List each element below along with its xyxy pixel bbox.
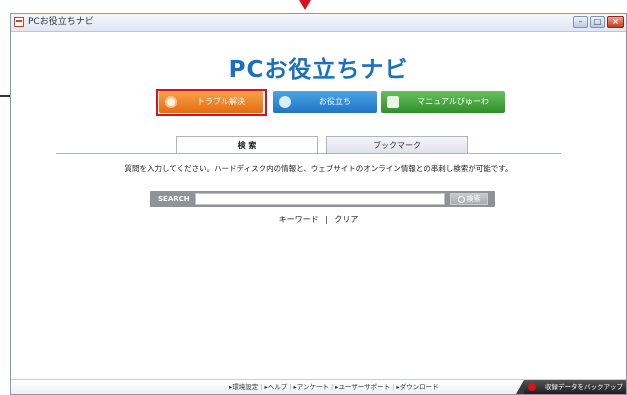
search-icon xyxy=(457,195,465,203)
keyword-link[interactable]: キーワード xyxy=(277,215,321,224)
backup-data-button[interactable]: 収録データをバックアップ xyxy=(516,380,626,394)
footer-link-survey[interactable]: ▸アンケート xyxy=(293,383,329,391)
link-separator: | xyxy=(325,215,328,224)
search-button-label: 検索 xyxy=(466,195,481,203)
tab-search[interactable]: 検 索 xyxy=(176,136,318,154)
footer-link-settings[interactable]: ▸環境設定 xyxy=(229,383,258,391)
footer-link-help-label: ヘルプ xyxy=(267,383,288,391)
close-button[interactable]: × xyxy=(607,16,624,28)
useful-gear-icon xyxy=(279,96,291,108)
minimize-icon: – xyxy=(578,17,583,26)
minimize-button[interactable]: – xyxy=(573,16,588,28)
tab-divider xyxy=(56,153,561,154)
clear-link[interactable]: クリア xyxy=(332,215,360,224)
footer-link-survey-label: アンケート xyxy=(296,383,329,391)
backup-icon xyxy=(528,383,536,391)
close-icon: × xyxy=(612,17,619,26)
search-instruction: 質問を入力してください。ハードディスク内の情報と、ウェブサイトのオンライン情報と… xyxy=(124,164,513,173)
title-bar: PCお役立ちナビ – □ × xyxy=(11,14,626,32)
footer-links: ▸環境設定 | ▸ヘルプ | ▸アンケート | ▸ユーザーサポート | ▸ダウンロード xyxy=(229,380,439,394)
search-label: SEARCH xyxy=(158,195,190,203)
manual-viewer-button[interactable]: マニュアルびゅーわ xyxy=(381,91,505,113)
window-title: PCお役立ちナビ xyxy=(28,17,94,27)
footer-link-help[interactable]: ▸ヘルプ xyxy=(264,383,287,391)
highlight-frame xyxy=(156,89,267,116)
footer-link-settings-label: 環境設定 xyxy=(232,383,259,391)
footer-link-download[interactable]: ▸ダウンロード xyxy=(396,383,438,391)
maximize-icon: □ xyxy=(593,17,602,26)
search-button[interactable]: 検索 xyxy=(450,193,488,205)
footer-link-download-label: ダウンロード xyxy=(399,383,439,391)
app-window: PCお役立ちナビ – □ × PCお役立ちナビ トラブル解決 お役立ち マニュア… xyxy=(10,13,627,395)
maximize-button[interactable]: □ xyxy=(590,16,605,28)
tab-bookmark[interactable]: ブックマーク xyxy=(326,136,468,154)
useful-info-button[interactable]: お役立ち xyxy=(273,91,377,113)
footer-link-support-label: ユーザーサポート xyxy=(338,383,391,391)
backup-data-label: 収録データをバックアップ xyxy=(545,383,623,391)
search-bar: SEARCH 検索 xyxy=(150,191,495,207)
app-icon xyxy=(14,17,24,27)
footer-link-support[interactable]: ▸ユーザーサポート xyxy=(335,383,390,391)
search-links: キーワード | クリア xyxy=(11,214,626,225)
tab-strip: 検 索 ブックマーク xyxy=(176,136,468,154)
footer-bar: ▸環境設定 | ▸ヘルプ | ▸アンケート | ▸ユーザーサポート | ▸ダウンロード 収録デー… xyxy=(11,379,626,394)
app-logo-title: PCお役立ちナビ xyxy=(228,57,409,83)
manual-book-icon xyxy=(387,96,399,108)
useful-info-label: お役立ち xyxy=(319,97,351,106)
manual-viewer-label: マニュアルびゅーわ xyxy=(417,97,489,106)
callout-arrow-indicator xyxy=(299,0,311,10)
search-input[interactable] xyxy=(195,193,445,205)
